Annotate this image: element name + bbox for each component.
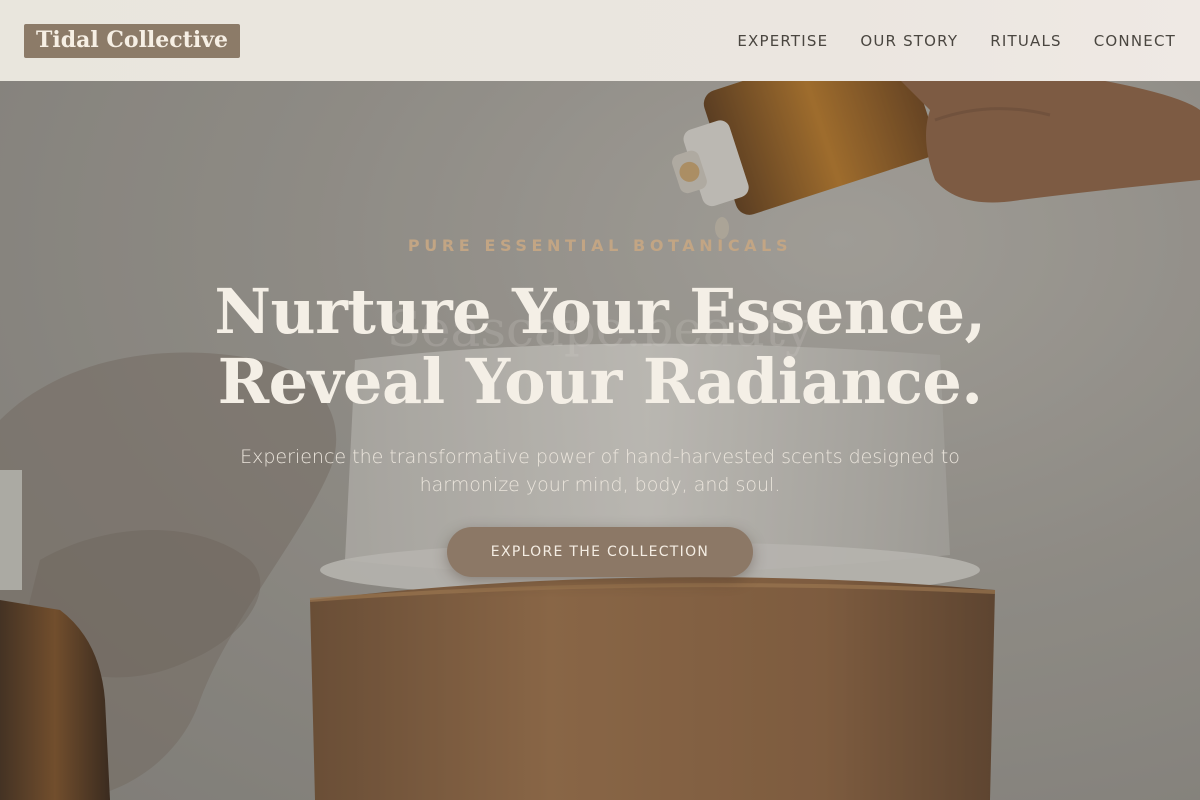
hero-headline: Nurture Your Essence, Reveal Your Radian… — [0, 277, 1200, 417]
nav-link-our-story[interactable]: OUR STORY — [860, 32, 958, 50]
nav-link-rituals[interactable]: RITUALS — [990, 32, 1062, 50]
site-header: Tidal Collective EXPERTISE OUR STORY RIT… — [0, 0, 1200, 81]
hero-eyebrow: PURE ESSENTIAL BOTANICALS — [407, 236, 793, 255]
nav-link-connect[interactable]: CONNECT — [1094, 32, 1176, 50]
main-navigation: EXPERTISE OUR STORY RITUALS CONNECT — [737, 32, 1176, 50]
hero-headline-line-1: Nurture Your Essence, — [214, 275, 986, 348]
hero-section: PURE ESSENTIAL BOTANICALS Nurture Your E… — [0, 81, 1200, 800]
hero-headline-line-2: Reveal Your Radiance. — [217, 345, 983, 418]
hero-subtext: Experience the transformative power of h… — [240, 446, 960, 496]
explore-collection-button[interactable]: EXPLORE THE COLLECTION — [447, 527, 753, 577]
site-logo[interactable]: Tidal Collective — [24, 23, 240, 58]
nav-link-expertise[interactable]: EXPERTISE — [737, 32, 828, 50]
